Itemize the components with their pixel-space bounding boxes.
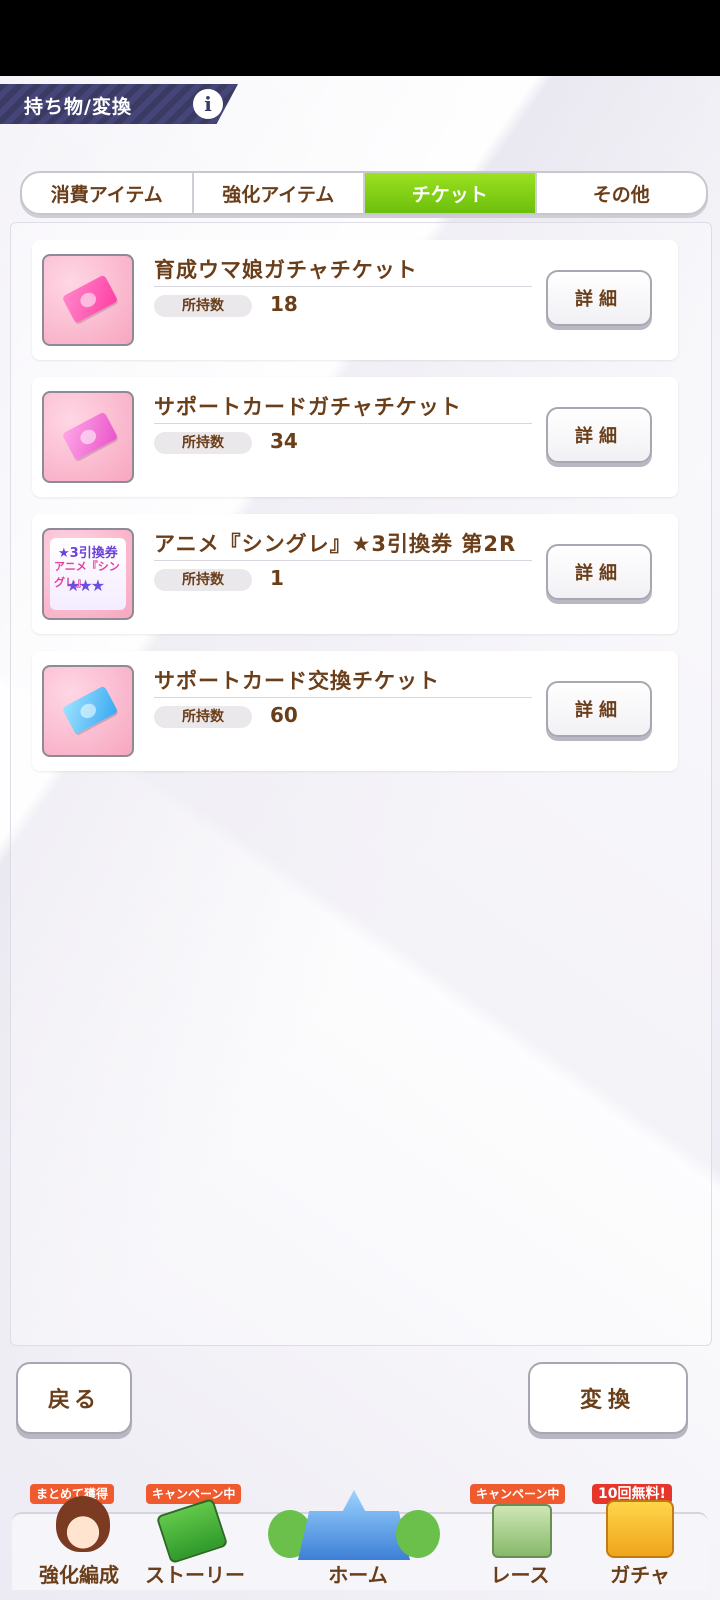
- back-button[interactable]: 戻る: [16, 1362, 132, 1434]
- story-book-icon: [155, 1497, 229, 1565]
- divider: [154, 697, 532, 698]
- nav-badge: キャンペーン中: [146, 1484, 242, 1504]
- convert-button[interactable]: 変換: [528, 1362, 688, 1434]
- item-name: アニメ『シングレ』★3引換券 第2R: [154, 532, 517, 556]
- gacha-icon: [606, 1500, 674, 1558]
- tree-icon: [396, 1510, 440, 1558]
- nav-label: ストーリー: [145, 1563, 245, 1587]
- nav-item-race[interactable]: キャンペーン中 レース: [466, 1484, 574, 1594]
- nav-label: レース: [490, 1563, 550, 1587]
- nav-item-story[interactable]: キャンペーン中 ストーリー: [138, 1484, 252, 1594]
- owned-label: 所持数: [154, 569, 252, 591]
- magenta-ticket-icon: [42, 391, 134, 483]
- item-name: 育成ウマ娘ガチャチケット: [154, 258, 418, 282]
- anime-ticket-icon: ★3引換券 アニメ『シングレ』 ★★★: [42, 528, 134, 620]
- detail-button[interactable]: 詳細: [546, 544, 652, 600]
- owned-label: 所持数: [154, 295, 252, 317]
- item-name: サポートカード交換チケット: [154, 669, 440, 693]
- item-name: サポートカードガチャチケット: [154, 395, 462, 419]
- home-school-icon: [298, 1490, 410, 1560]
- owned-count: 60: [270, 703, 298, 727]
- list-item: 育成ウマ娘ガチャチケット 所持数 18 詳細: [32, 240, 678, 360]
- detail-button[interactable]: 詳細: [546, 270, 652, 326]
- list-item: ★3引換券 アニメ『シングレ』 ★★★ アニメ『シングレ』★3引換券 第2R 所…: [32, 514, 678, 634]
- divider: [154, 423, 532, 424]
- tab-tickets[interactable]: チケット: [365, 173, 537, 213]
- nav-label: ホーム: [328, 1563, 388, 1587]
- owned-label: 所持数: [154, 432, 252, 454]
- status-bar: [0, 0, 720, 76]
- nav-label: 強化編成: [39, 1563, 119, 1587]
- tab-other[interactable]: その他: [537, 173, 707, 213]
- owned-count: 1: [270, 566, 284, 590]
- detail-button[interactable]: 詳細: [546, 681, 652, 737]
- category-tabs: 消費アイテム 強化アイテム チケット その他: [20, 171, 708, 215]
- divider: [154, 560, 532, 561]
- nav-badge: キャンペーン中: [470, 1484, 566, 1504]
- nav-label: ガチャ: [610, 1563, 670, 1587]
- star-icon: ★★★: [66, 576, 105, 595]
- list-item: サポートカードガチャチケット 所持数 34 詳細: [32, 377, 678, 497]
- divider: [154, 286, 532, 287]
- owned-count: 34: [270, 429, 298, 453]
- tab-consumables[interactable]: 消費アイテム: [22, 173, 194, 213]
- nav-item-home[interactable]: ホーム: [268, 1490, 448, 1594]
- tab-enhancement[interactable]: 強化アイテム: [194, 173, 365, 213]
- owned-count: 18: [270, 292, 298, 316]
- character-icon: [56, 1496, 110, 1552]
- nav-item-enhance[interactable]: まとめて獲得 強化編成: [26, 1484, 132, 1594]
- nav-item-gacha[interactable]: 10回無料! ガチャ: [584, 1484, 696, 1594]
- race-gate-icon: [492, 1504, 552, 1558]
- detail-button[interactable]: 詳細: [546, 407, 652, 463]
- blue-ticket-icon: [42, 665, 134, 757]
- pink-ticket-icon: [42, 254, 134, 346]
- list-item: サポートカード交換チケット 所持数 60 詳細: [32, 651, 678, 771]
- info-icon[interactable]: i: [193, 89, 223, 119]
- owned-label: 所持数: [154, 706, 252, 728]
- page-title: 持ち物/変換: [24, 96, 132, 118]
